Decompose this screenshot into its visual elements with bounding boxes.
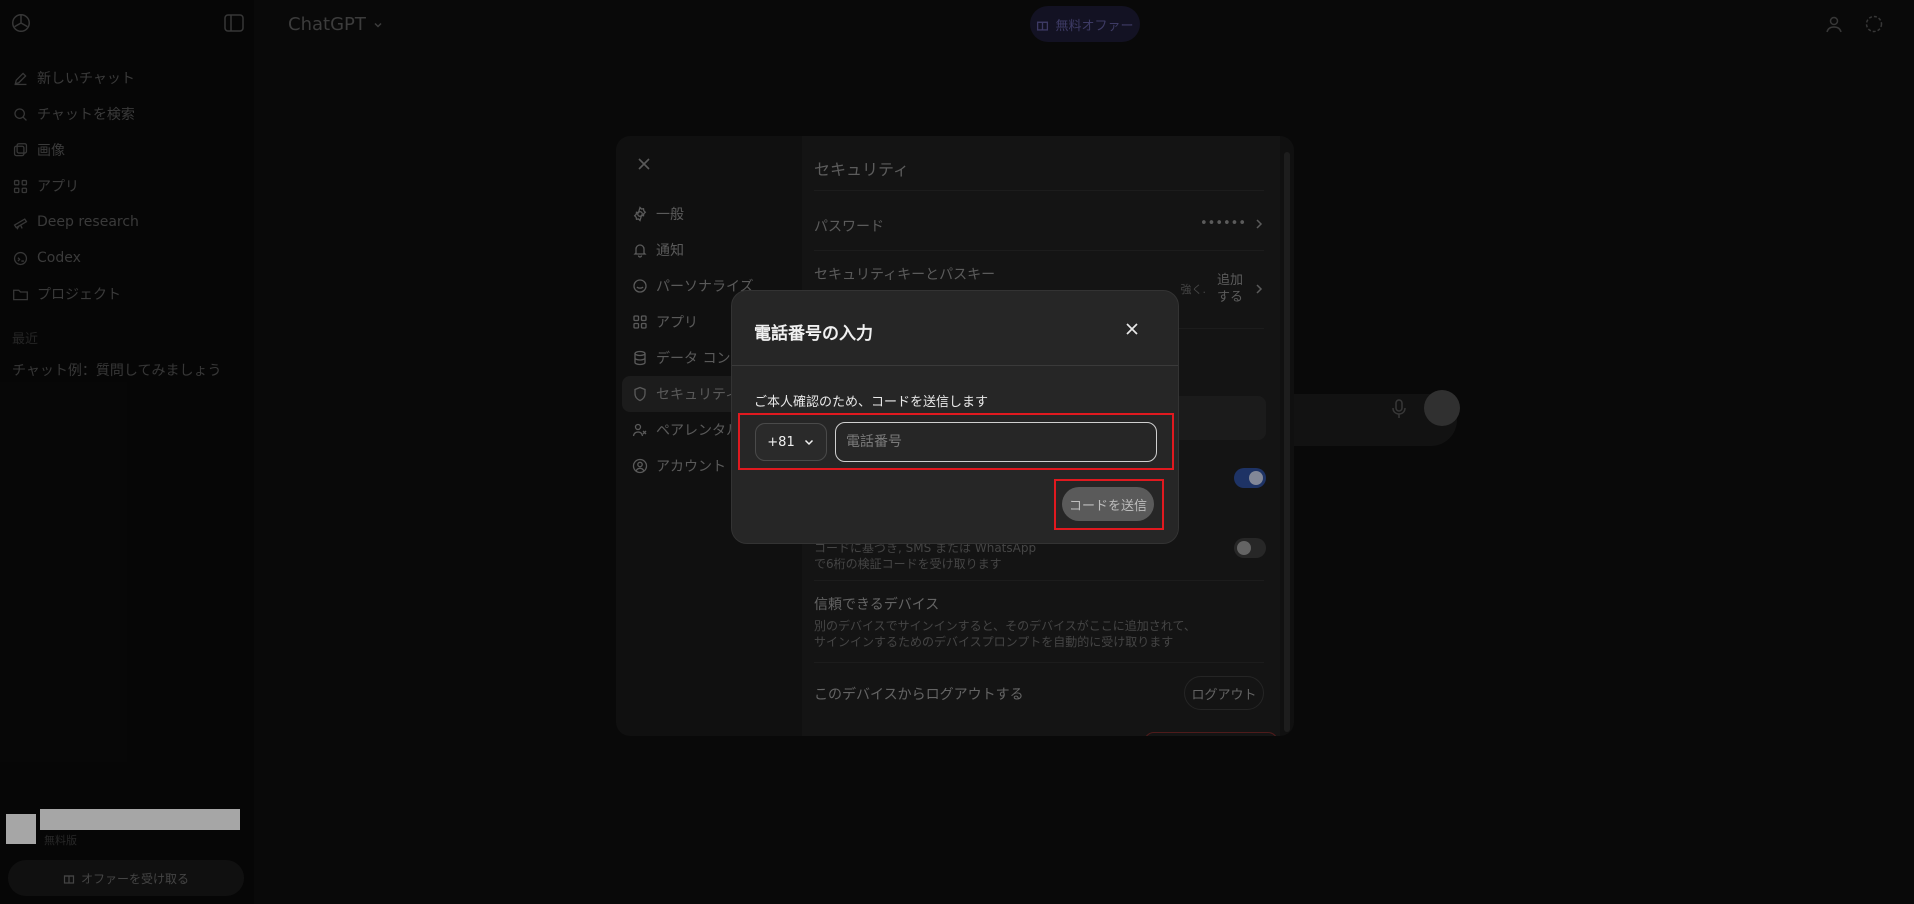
- close-icon[interactable]: [1124, 321, 1140, 337]
- country-code-select[interactable]: +81: [755, 423, 827, 461]
- phone-number-input[interactable]: [835, 422, 1157, 462]
- country-code-value: +81: [767, 434, 795, 450]
- send-code-button[interactable]: コードを送信: [1062, 487, 1154, 521]
- phone-number-dialog: 電話番号の入力 ご本人確認のため、コードを送信します +81 コードを送信: [731, 290, 1179, 544]
- chevron-down-icon: [804, 439, 813, 446]
- dialog-title: 電話番号の入力: [754, 324, 873, 344]
- app-root: 新しいチャット チャットを検索 画像 アプリ Deep research Cod…: [0, 0, 1914, 904]
- divider: [732, 365, 1178, 366]
- dialog-description: ご本人確認のため、コードを送信します: [754, 395, 989, 410]
